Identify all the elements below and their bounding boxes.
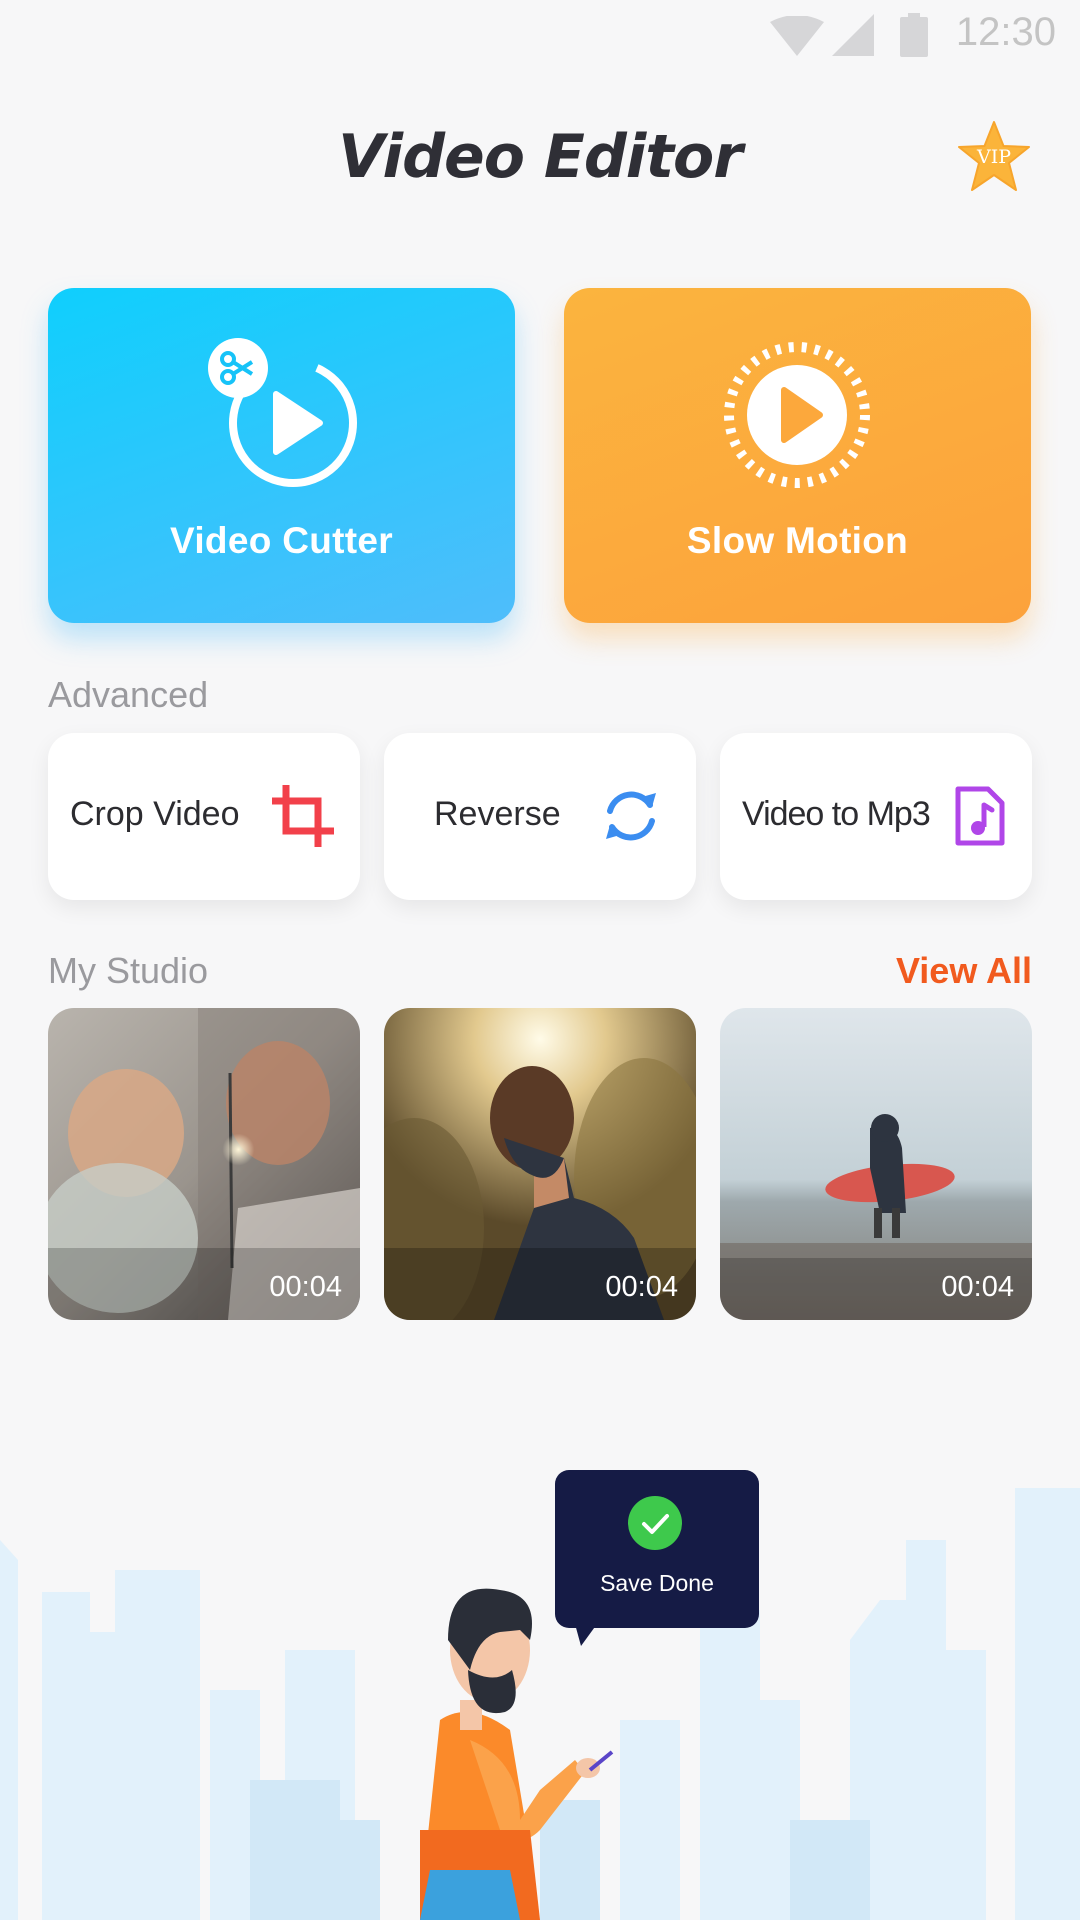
slow-motion-icon bbox=[724, 342, 870, 488]
toast-text: Save Done bbox=[600, 1570, 714, 1596]
app-title: Video Editor bbox=[338, 122, 743, 192]
crop-icon bbox=[272, 785, 334, 847]
music-file-icon bbox=[955, 786, 1005, 846]
wifi-icon bbox=[770, 16, 824, 56]
video-to-mp3-label: Video to Mp3 bbox=[742, 795, 931, 833]
video-to-mp3-button[interactable]: Video to Mp3 bbox=[720, 733, 1032, 900]
advanced-heading: Advanced bbox=[48, 674, 209, 715]
studio-video-thumbnail[interactable]: 00:04 bbox=[48, 1008, 360, 1320]
battery-icon bbox=[900, 13, 928, 57]
studio-video-thumbnail[interactable]: 00:04 bbox=[720, 1008, 1032, 1320]
video-duration: 00:04 bbox=[941, 1271, 1014, 1303]
video-duration: 00:04 bbox=[605, 1271, 678, 1303]
video-cutter-card[interactable]: Video Cutter bbox=[48, 288, 515, 623]
video-cutter-icon bbox=[208, 338, 357, 487]
vip-label: VIP bbox=[976, 146, 1011, 168]
video-duration: 00:04 bbox=[269, 1271, 342, 1303]
reverse-button[interactable]: Reverse bbox=[384, 733, 696, 900]
crop-video-button[interactable]: Crop Video bbox=[48, 733, 360, 900]
studio-video-thumbnail[interactable]: 00:04 bbox=[384, 1008, 696, 1320]
save-done-toast: Save Done bbox=[555, 1470, 759, 1628]
status-bar: 12:30 bbox=[0, 0, 1080, 66]
city-illustration bbox=[0, 1488, 1080, 1920]
my-studio-heading: My Studio bbox=[48, 950, 209, 991]
toast-tail bbox=[575, 1624, 597, 1646]
video-cutter-label: Video Cutter bbox=[170, 520, 393, 561]
status-time: 12:30 bbox=[955, 10, 1056, 54]
slow-motion-label: Slow Motion bbox=[686, 520, 909, 561]
vip-button[interactable]: VIP bbox=[956, 120, 1032, 194]
crop-video-label: Crop Video bbox=[70, 795, 240, 833]
reverse-label: Reverse bbox=[434, 795, 561, 833]
reverse-icon bbox=[606, 791, 656, 841]
signal-icon bbox=[832, 14, 874, 56]
slow-motion-card[interactable]: Slow Motion bbox=[564, 288, 1031, 623]
check-icon bbox=[628, 1496, 682, 1550]
view-all-link[interactable]: View All bbox=[896, 950, 1032, 992]
